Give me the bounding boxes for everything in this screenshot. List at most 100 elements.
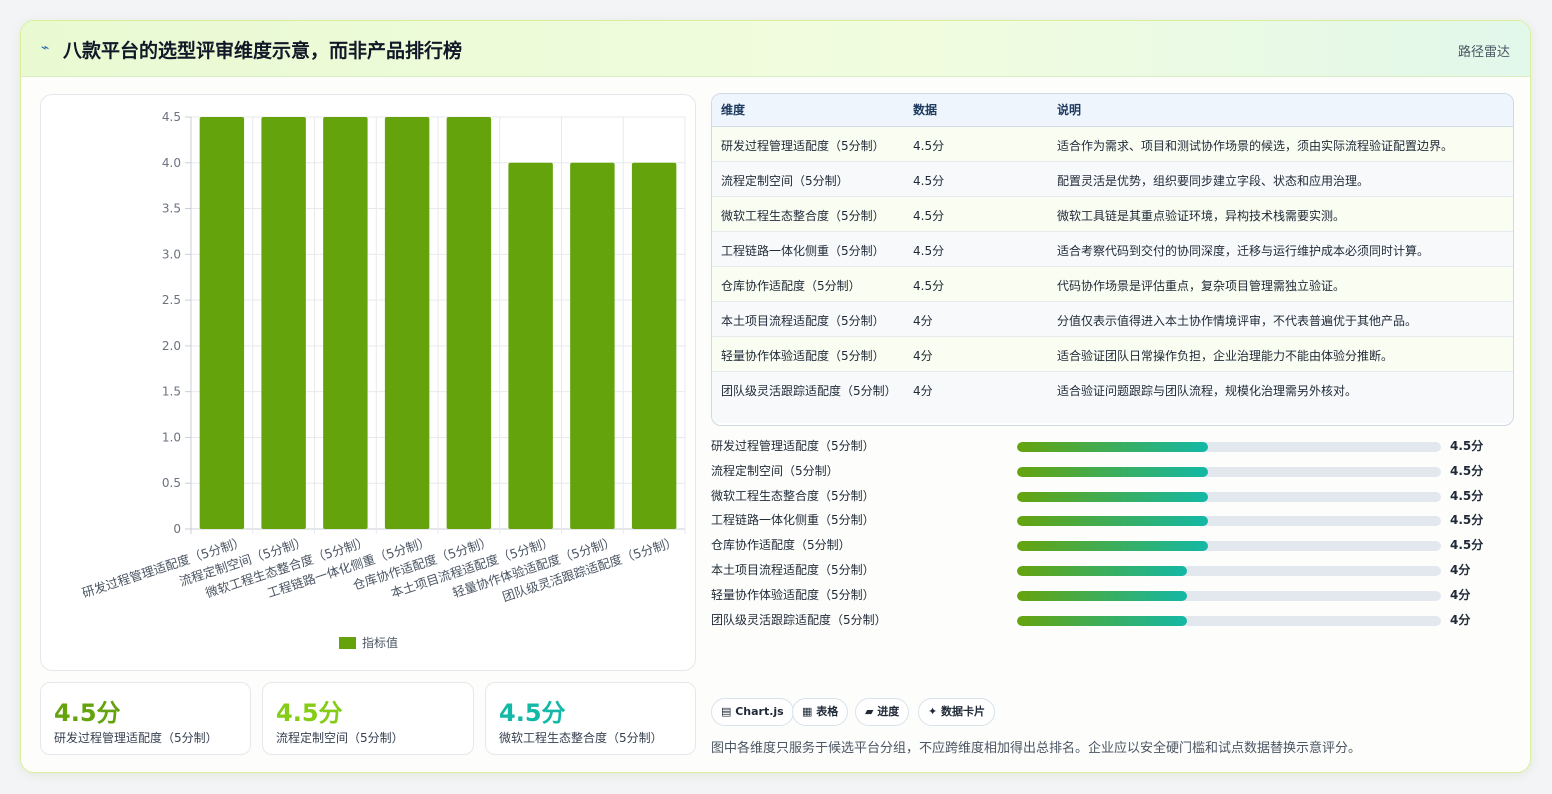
chip-chartjs[interactable]: ▤ Chart.js <box>711 698 794 726</box>
progress-fill <box>1017 491 1208 502</box>
progress-value: 4分 <box>1450 562 1471 577</box>
cell-description: 适合验证团队日常操作负担，企业治理能力不能由体验分推断。 <box>1048 336 1513 372</box>
kpi-value: 4.5分 <box>54 699 121 727</box>
y-tick-label: 2.5 <box>162 293 181 307</box>
bar <box>570 162 615 529</box>
progress-label: 流程定制空间（5分制） <box>711 463 839 478</box>
footnote: 图中各维度只服务于候选平台分组，不应跨维度相加得出总排名。企业应以安全硬门槛和试… <box>711 741 1362 756</box>
progress-label: 微软工程生态整合度（5分制） <box>711 488 875 503</box>
progress-track <box>1017 516 1441 527</box>
col-header-dimension: 维度 <box>712 94 904 127</box>
progress-row: 仓库协作适配度（5分制） 4.5分 <box>711 533 1514 558</box>
progress-fill <box>1017 565 1187 576</box>
y-tick-label: 3.5 <box>162 202 181 216</box>
legend-swatch <box>339 637 356 649</box>
cell-dimension: 工程链路一体化侧重（5分制） <box>712 231 904 267</box>
kpi-card-1: 4.5分 研发过程管理适配度（5分制） <box>40 682 251 755</box>
progress-label: 轻量协作体验适配度（5分制） <box>711 587 875 602</box>
dashboard-card: ⌁ 八款平台的选型评审维度示意，而非产品排行榜 路径雷达 0 0.5 1.0 1.5 2… <box>20 20 1531 773</box>
kpi-label: 微软工程生态整合度（5分制） <box>499 731 663 745</box>
progress-fill <box>1017 615 1187 626</box>
kpi-value: 4.5分 <box>276 699 343 727</box>
kpi-value: 4.5分 <box>499 699 566 727</box>
progress-value: 4.5分 <box>1450 488 1484 503</box>
y-tick-label: 1.5 <box>162 385 181 399</box>
y-tick-label: 3.0 <box>162 247 181 261</box>
progress-fill <box>1017 466 1208 477</box>
table-row: 工程链路一体化侧重（5分制） 4.5分 适合考察代码到交付的协同深度，迁移与运行维护… <box>712 231 1513 267</box>
table-row: 团队级灵活跟踪适配度（5分制） 4分 适合验证问题跟踪与团队流程，规模化治理需另外核… <box>712 371 1513 423</box>
progress-label: 本土项目流程适配度（5分制） <box>711 562 875 577</box>
y-tick-label: 4.0 <box>162 156 181 170</box>
progress-value: 4.5分 <box>1450 439 1484 453</box>
bar <box>384 117 430 529</box>
chip-progress[interactable]: ▰ 进度 <box>855 698 910 726</box>
radar-icon: ⌁ <box>41 40 50 56</box>
progress-row: 工程链路一体化侧重（5分制） 4.5分 <box>711 508 1514 533</box>
cell-description: 分值仅表示值得进入本土协作情境评审，不代表普遍优于其他产品。 <box>1048 301 1513 337</box>
cell-description: 代码协作场景是评估重点，复杂项目管理需独立验证。 <box>1048 266 1513 302</box>
cell-data: 4.5分 <box>904 266 1048 302</box>
progress-row: 本土项目流程适配度（5分制） 4分 <box>711 558 1514 583</box>
progress-track <box>1017 541 1441 552</box>
progress-label: 研发过程管理适配度（5分制） <box>711 439 875 453</box>
bar-chart-panel: 0 0.5 1.0 1.5 2.0 2.5 3.0 3.5 4.0 4.5 研发过程管理适配度（5分… <box>40 94 696 671</box>
table-row: 研发过程管理适配度（5分制） 4.5分 适合作为需求、项目和测试协作场景的候选，须由… <box>712 126 1513 162</box>
cell-dimension: 仓库协作适配度（5分制） <box>712 266 904 302</box>
kpi-label: 流程定制空间（5分制） <box>276 731 404 745</box>
progress-fill <box>1017 541 1208 552</box>
cell-dimension: 轻量协作体验适配度（5分制） <box>712 336 904 372</box>
y-tick-label: 0.5 <box>162 476 181 490</box>
cell-data: 4分 <box>913 383 933 398</box>
progress-value: 4分 <box>1450 587 1471 602</box>
kpi-card-2: 4.5分 流程定制空间（5分制） <box>262 682 474 755</box>
cell-dimension: 流程定制空间（5分制） <box>712 161 904 197</box>
progress-value: 4.5分 <box>1450 513 1484 528</box>
path-radar-link[interactable]: 路径雷达 <box>1458 41 1510 60</box>
cell-description: 适合作为需求、项目和测试协作场景的候选，须由实际流程验证配置边界。 <box>1048 126 1513 162</box>
kpi-label: 研发过程管理适配度（5分制） <box>54 731 218 745</box>
progress-row: 流程定制空间（5分制） 4.5分 <box>711 459 1514 484</box>
cell-dimension: 团队级灵活跟踪适配度（5分制） <box>721 383 897 398</box>
y-tick-label: 2.0 <box>162 339 181 353</box>
cell-data: 4.5分 <box>904 126 1048 162</box>
progress-row: 微软工程生态整合度（5分制） 4.5分 <box>711 484 1514 509</box>
progress-track <box>1017 442 1441 452</box>
cell-description: 配置灵活是优势，组织要同步建立字段、状态和应用治理。 <box>1048 161 1513 197</box>
data-table: 维度 数据 说明 研发过程管理适配度（5分制） 4.5分 适合作为需求、项目和测试协… <box>711 93 1514 426</box>
bar <box>446 117 492 529</box>
table-header-row: 维度 数据 说明 <box>712 94 1513 127</box>
chip-table[interactable]: ▦ 表格 <box>792 698 849 726</box>
table-row: 本土项目流程适配度（5分制） 4分 分值仅表示值得进入本土协作情境评审，不代表普遍优… <box>712 301 1513 337</box>
col-header-description: 说明 <box>1048 94 1513 127</box>
bar <box>261 117 306 529</box>
table-row: 微软工程生态整合度（5分制） 4.5分 微软工具链是其重点验证环境，异构技术栈需要实… <box>712 196 1513 232</box>
progress-value: 4.5分 <box>1450 463 1484 478</box>
kpi-card-3: 4.5分 微软工程生态整合度（5分制） <box>485 682 696 755</box>
table-row: 轻量协作体验适配度（5分制） 4分 适合验证团队日常操作负担，企业治理能力不能由体验… <box>712 336 1513 372</box>
bar <box>199 117 245 529</box>
progress-value: 4分 <box>1450 612 1471 627</box>
chip-data-card[interactable]: ✦ 数据卡片 <box>918 698 996 726</box>
y-tick-label: 1.0 <box>162 430 181 444</box>
progress-label: 仓库协作适配度（5分制） <box>711 538 851 553</box>
bar-chart: 00.51.01.52.02.53.03.54.04.5研发过程管理适配度（5分… <box>80 110 686 650</box>
progress-track <box>1017 590 1441 601</box>
progress-row: 研发过程管理适配度（5分制） 4.5分 <box>711 434 1514 459</box>
cell-description: 适合验证问题跟踪与团队流程，规模化治理需另外核对。 <box>1057 383 1358 398</box>
header-bar: ⌁ 八款平台的选型评审维度示意，而非产品排行榜 路径雷达 <box>21 21 1530 77</box>
table-row: 流程定制空间（5分制） 4.5分 配置灵活是优势，组织要同步建立字段、状态和应用治理… <box>712 161 1513 197</box>
y-tick-label: 4.5 <box>162 110 181 124</box>
progress-value: 4.5分 <box>1450 538 1484 553</box>
progress-label: 团队级灵活跟踪适配度（5分制） <box>711 612 887 627</box>
progress-row: 轻量协作体验适配度（5分制） 4分 <box>711 583 1514 608</box>
progress-row: 团队级灵活跟踪适配度（5分制） 4分 <box>711 608 1514 633</box>
cell-data: 4.5分 <box>904 231 1048 267</box>
progress-track <box>1017 615 1441 626</box>
cell-dimension: 本土项目流程适配度（5分制） <box>712 301 904 337</box>
progress-list: 研发过程管理适配度（5分制） 4.5分 流程定制空间（5分制） 4.5分 微软工程生态整… <box>711 434 1514 632</box>
cell-description: 微软工具链是其重点验证环境，异构技术栈需要实测。 <box>1048 196 1513 232</box>
y-tick-label: 0 <box>173 522 181 536</box>
progress-track <box>1017 491 1441 502</box>
table-row: 仓库协作适配度（5分制） 4.5分 代码协作场景是评估重点，复杂项目管理需独立验证。 <box>712 266 1513 302</box>
